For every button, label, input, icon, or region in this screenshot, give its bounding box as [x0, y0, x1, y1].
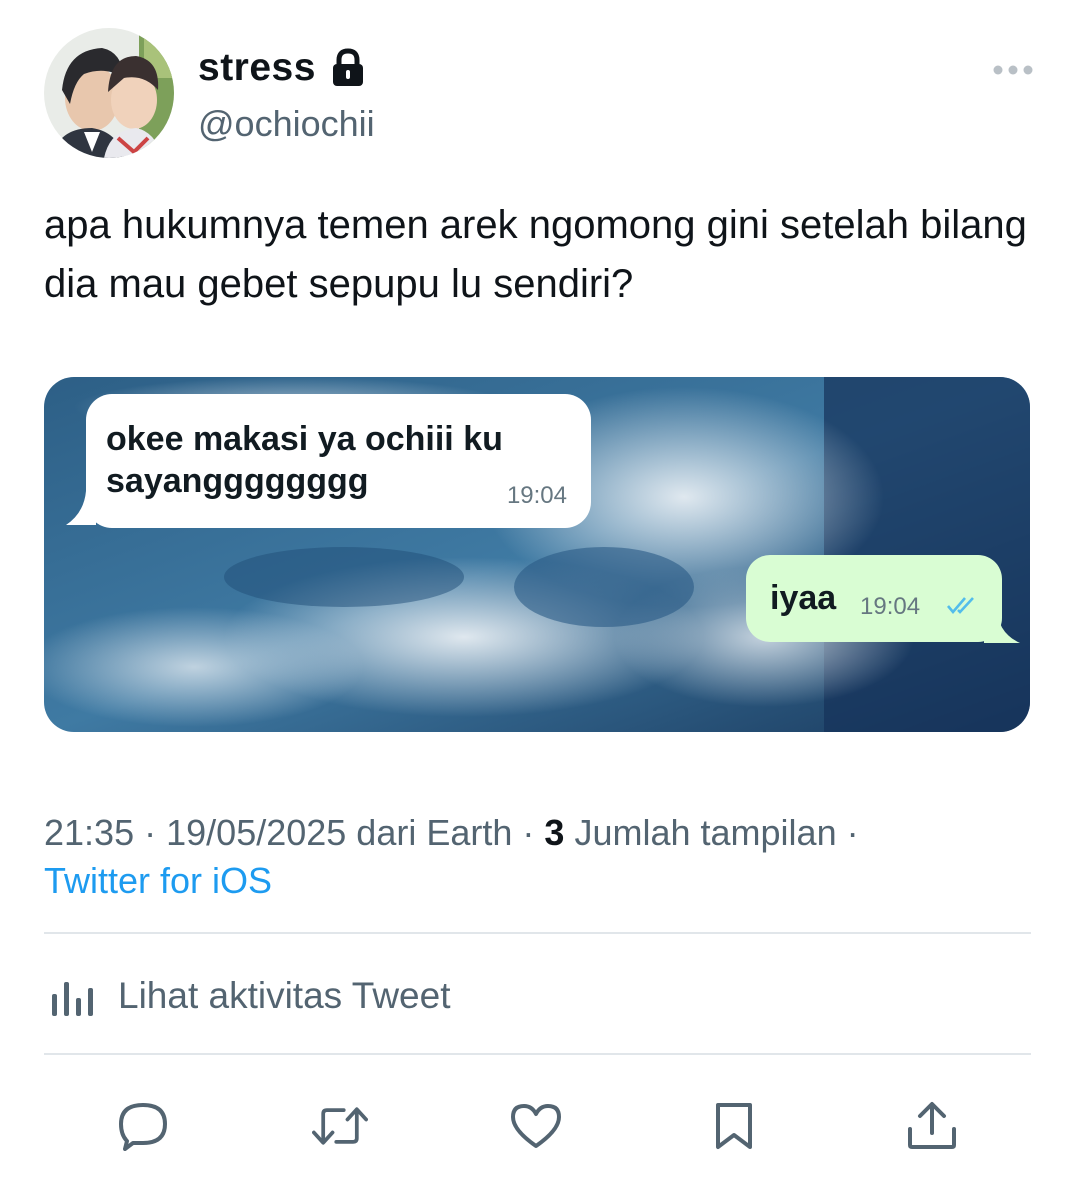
retweet-icon: [312, 1107, 368, 1145]
tweet-activity-button[interactable]: Lihat aktivitas Tweet: [44, 968, 451, 1024]
divider: [44, 1053, 1031, 1055]
incoming-message-bubble: okee makasi ya ochiii ku sayangggggggg 1…: [86, 394, 591, 528]
avatar[interactable]: [44, 28, 174, 158]
share-icon: [908, 1102, 956, 1149]
tweet-source-link[interactable]: Twitter for iOS: [44, 856, 272, 906]
retweet-button[interactable]: [312, 1098, 368, 1154]
tweet-text: apa hukumnya temen arek ngomong gini set…: [44, 203, 1027, 306]
tweet-activity-label: Lihat aktivitas Tweet: [118, 975, 451, 1016]
bookmark-icon: [716, 1103, 752, 1149]
double-check-icon: [947, 597, 974, 615]
profile-photo: [44, 28, 174, 158]
views-count: 3: [544, 812, 565, 853]
reply-button[interactable]: [115, 1098, 171, 1154]
tweet-media[interactable]: okee makasi ya ochiii ku sayangggggggg 1…: [44, 377, 1030, 732]
bookmark-button[interactable]: [706, 1098, 762, 1154]
meta-separator: ·: [144, 812, 157, 853]
outgoing-message-time: 19:04: [860, 593, 921, 620]
tweet-date-location[interactable]: 19/05/2025 dari Earth: [166, 812, 512, 853]
display-name-row[interactable]: stress: [198, 44, 366, 92]
views-label: Jumlah tampilan: [574, 812, 837, 853]
tweet-time[interactable]: 21:35: [44, 812, 134, 853]
meta-separator: ·: [522, 812, 535, 853]
outgoing-message-bubble: iyaa 19:04: [746, 555, 1002, 642]
tweet-meta: 21:35 · 19/05/2025 dari Earth · 3 Jumlah…: [44, 808, 859, 858]
share-button[interactable]: [904, 1098, 960, 1154]
outgoing-message-text: iyaa: [770, 579, 837, 617]
analytics-icon: [52, 982, 93, 1016]
like-button[interactable]: [508, 1098, 564, 1154]
handle[interactable]: @ochiochii: [198, 102, 375, 146]
lock-icon: [330, 48, 366, 88]
reply-icon: [119, 1103, 167, 1151]
divider: [44, 932, 1031, 934]
display-name[interactable]: stress: [198, 44, 316, 92]
more-horizontal-icon[interactable]: [992, 60, 1034, 80]
incoming-message-time: 19:04: [506, 482, 567, 509]
meta-separator: ·: [846, 812, 859, 853]
heart-icon: [511, 1104, 561, 1148]
